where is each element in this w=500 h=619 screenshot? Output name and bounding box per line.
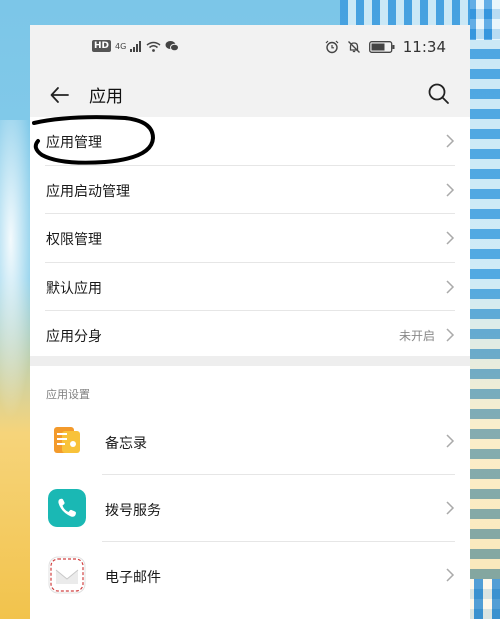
alarm-icon [325,40,339,54]
section-separator [30,356,470,366]
menu-item-label: 应用启动管理 [46,183,130,200]
menu-item-default-apps[interactable]: 默认应用 [45,262,455,312]
menu-item-app-management[interactable]: 应用管理 [45,117,455,166]
chevron-right-icon [446,501,455,515]
status-bar: HD 4G 11:34 [30,25,470,73]
status-left: HD 4G [92,40,180,52]
chevron-right-icon [446,328,455,342]
app-item-email[interactable]: 电子邮件 [45,542,455,609]
app-item-dialer[interactable]: 拨号服务 [45,475,455,542]
menu-item-app-twin[interactable]: 应用分身 未开启 [45,311,455,359]
network-type: 4G [115,41,127,51]
wifi-icon [146,41,161,52]
section-title: 应用设置 [46,388,90,401]
chevron-right-icon [446,280,455,294]
app-name: 电子邮件 [105,570,161,586]
chevron-right-icon [446,134,455,148]
clock-time: 11:34 [402,38,446,56]
checker-pattern-right [470,0,500,619]
app-name: 拨号服务 [105,503,161,519]
hd-badge: HD [92,40,112,52]
chevron-right-icon [446,568,455,582]
menu-item-label: 应用管理 [46,135,102,151]
wechat-icon [165,41,180,52]
battery-icon [368,41,395,53]
app-name: 备忘录 [105,436,147,452]
phone-screen: HD 4G 11:34 应用 应用管理 应用启动管理 权限管理 默认应用 应用分… [30,25,470,619]
app-bar: 应用 [30,73,470,117]
menu-item-permission-management[interactable]: 权限管理 [45,214,455,263]
mail-icon [48,556,86,594]
signal-icon [130,40,142,52]
menu-item-label: 应用分身 [46,329,102,346]
menu-item-startup-management[interactable]: 应用启动管理 [45,165,455,215]
mute-bell-icon [347,41,360,53]
app-settings-list: 备忘录 拨号服务 电子邮件 [30,408,470,609]
phone-icon [48,489,86,527]
status-right: 11:34 [325,38,446,56]
search-icon[interactable] [426,81,452,107]
app-item-notes[interactable]: 备忘录 [45,408,455,475]
notepad-icon [54,427,80,453]
chevron-right-icon [446,231,455,245]
menu-item-label: 权限管理 [46,232,102,249]
app-menu-list: 应用管理 应用启动管理 权限管理 默认应用 应用分身 未开启 [30,117,470,359]
back-arrow-icon[interactable] [48,83,72,107]
chevron-right-icon [446,434,455,448]
app-twin-status: 未开启 [398,329,435,344]
menu-item-label: 默认应用 [46,280,102,297]
page-title: 应用 [89,87,123,107]
chevron-right-icon [446,183,455,197]
